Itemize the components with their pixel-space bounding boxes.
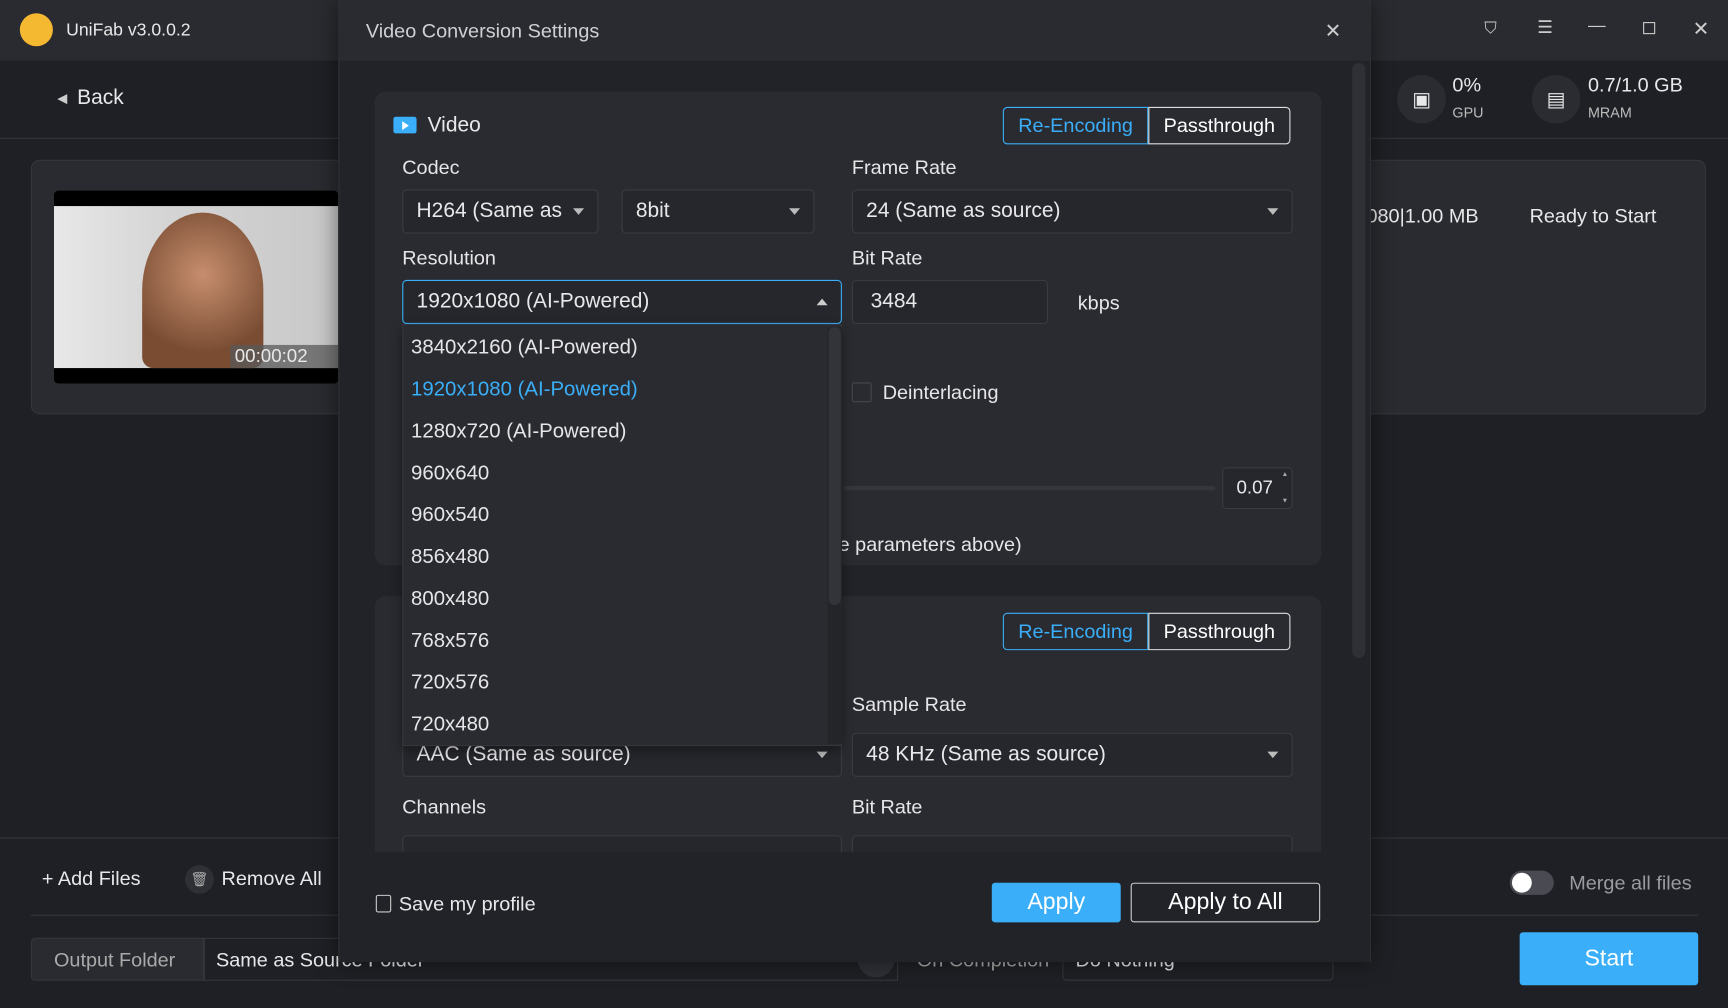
- add-files-button[interactable]: + Add Files: [42, 868, 141, 888]
- apply-button[interactable]: Apply: [991, 882, 1121, 923]
- back-chevron-icon[interactable]: ◀: [57, 91, 67, 104]
- apply-to-all-button[interactable]: Apply to All: [1130, 882, 1321, 923]
- resolution-option[interactable]: 720x576: [411, 670, 489, 694]
- maximize-icon[interactable]: [1643, 22, 1656, 35]
- spin-up-icon[interactable]: ▲: [1282, 472, 1289, 479]
- chevron-down-icon: [1267, 208, 1279, 215]
- settings-dialog: Video Conversion Settings ✕ Video Re-Enc…: [338, 0, 1371, 963]
- samplerate-value: 48 KHz (Same as source): [866, 742, 1106, 766]
- resolution-label: Resolution: [402, 246, 496, 269]
- value-spinbox[interactable]: 0.07 ▲ ▼: [1222, 467, 1293, 510]
- resolution-option[interactable]: 768x576: [411, 628, 489, 652]
- audio-bitrate-label: Bit Rate: [851, 795, 923, 818]
- resolution-option[interactable]: 856x480: [411, 544, 489, 568]
- mram-label: MRAM: [1587, 104, 1632, 121]
- chevron-down-icon: [816, 751, 828, 759]
- save-profile-button[interactable]: Save my profile: [399, 894, 536, 914]
- video-icon: [393, 116, 417, 134]
- channels-label: Channels: [402, 795, 487, 818]
- bitrate-label: Bit Rate: [851, 246, 923, 269]
- audio-mode-toggle: Re-Encoding Passthrough: [1002, 612, 1291, 651]
- video-duration: 00:00:02: [234, 345, 308, 367]
- deinterlacing-checkbox[interactable]: [851, 382, 872, 403]
- resolution-value: 1920x1080 (AI-Powered): [416, 289, 650, 313]
- resolution-option[interactable]: 1920x1080 (AI-Powered): [411, 377, 638, 401]
- output-folder-label: Output Folder: [53, 948, 176, 971]
- codec-value: H264 (Same as: [416, 199, 563, 223]
- framerate-value: 24 (Same as source): [866, 199, 1061, 223]
- video-passthrough-tab[interactable]: Passthrough: [1148, 106, 1291, 145]
- start-button[interactable]: Start: [1519, 932, 1699, 986]
- framerate-select[interactable]: 24 (Same as source): [851, 189, 1293, 234]
- minimize-icon[interactable]: —: [1588, 17, 1606, 36]
- merge-label: Merge all files: [1569, 871, 1692, 894]
- dialog-close-icon[interactable]: ✕: [1325, 21, 1342, 41]
- codec-select[interactable]: H264 (Same as: [402, 189, 599, 234]
- deinterlacing-label: Deinterlacing: [882, 381, 999, 404]
- start-label: Start: [1584, 945, 1634, 971]
- gpu-value: 0%: [1452, 73, 1482, 96]
- samplerate-select[interactable]: 48 KHz (Same as source): [851, 732, 1293, 777]
- menu-icon[interactable]: ☰: [1537, 19, 1553, 38]
- resolution-option[interactable]: 960x540: [411, 503, 489, 527]
- mram-value: 0.7/1.0 GB: [1587, 73, 1683, 96]
- chevron-down-icon: [789, 208, 801, 215]
- slider-track[interactable]: [844, 485, 1216, 491]
- resolution-option[interactable]: 720x480: [411, 712, 489, 736]
- close-window-icon[interactable]: ✕: [1693, 19, 1710, 39]
- dialog-scrollbar[interactable]: [1352, 62, 1366, 658]
- apply-all-label: Apply to All: [1168, 889, 1283, 915]
- gpu-icon: ▣: [1397, 74, 1446, 124]
- add-files-label: Add Files: [57, 867, 141, 890]
- spin-down-icon[interactable]: ▼: [1282, 498, 1289, 505]
- chevron-up-icon: [816, 298, 828, 306]
- note-text: e parameters above): [838, 533, 1022, 556]
- app-logo: [19, 13, 53, 47]
- audio-codec-value: AAC (Same as source): [416, 742, 631, 766]
- resolution-option[interactable]: 960x640: [411, 461, 489, 485]
- spin-value: 0.07: [1236, 477, 1273, 499]
- bitrate-unit: kbps: [1077, 292, 1120, 315]
- apply-label: Apply: [1027, 889, 1086, 915]
- bitrate-input[interactable]: 3484: [851, 279, 1049, 324]
- resolution-dropdown: 3840x2160 (AI-Powered) 1920x1080 (AI-Powe…: [402, 323, 842, 747]
- resolution-option[interactable]: 1280x720 (AI-Powered): [411, 419, 626, 443]
- resolution-select[interactable]: 1920x1080 (AI-Powered): [402, 279, 842, 324]
- gpu-label: GPU: [1452, 104, 1484, 121]
- file-info: 080|1.00 MB: [1366, 204, 1479, 228]
- video-mode-toggle: Re-Encoding Passthrough: [1002, 106, 1291, 145]
- bitdepth-value: 8bit: [635, 199, 670, 223]
- chevron-down-icon: [1267, 751, 1279, 759]
- chevron-down-icon: [573, 208, 585, 215]
- dialog-title: Video Conversion Settings: [365, 19, 600, 42]
- skin-icon[interactable]: ⛉: [1484, 20, 1496, 37]
- audio-reencoding-tab[interactable]: Re-Encoding: [1002, 612, 1149, 651]
- framerate-label: Frame Rate: [851, 156, 957, 179]
- mram-icon: ▤: [1531, 74, 1581, 124]
- video-section-title: Video: [427, 114, 481, 138]
- resolution-option[interactable]: 3840x2160 (AI-Powered): [411, 335, 638, 359]
- video-reencoding-tab[interactable]: Re-Encoding: [1002, 106, 1149, 145]
- back-button[interactable]: Back: [77, 88, 124, 109]
- resolution-option[interactable]: 800x480: [411, 586, 489, 610]
- merge-toggle[interactable]: [1509, 870, 1554, 895]
- save-icon[interactable]: [375, 894, 392, 913]
- dropdown-scrollbar[interactable]: [827, 327, 842, 744]
- file-status: Ready to Start: [1529, 204, 1657, 228]
- bitdepth-select[interactable]: 8bit: [621, 189, 815, 234]
- remove-all-button[interactable]: Remove All: [222, 868, 322, 888]
- samplerate-label: Sample Rate: [851, 693, 967, 716]
- audio-passthrough-tab[interactable]: Passthrough: [1148, 612, 1291, 651]
- bitrate-value: 3484: [870, 289, 918, 313]
- app-title: UniFab v3.0.0.2: [66, 20, 191, 40]
- trash-icon: 🗑: [185, 865, 214, 894]
- codec-label: Codec: [402, 156, 460, 179]
